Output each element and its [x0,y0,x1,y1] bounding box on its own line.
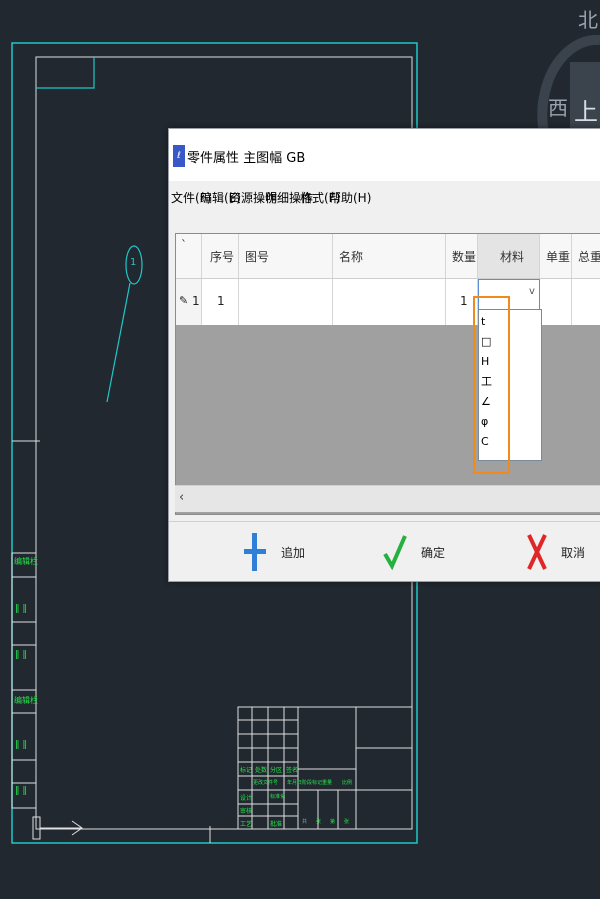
side-table-label: ‖ ‖ [15,740,27,750]
title-block-label: 处数 [255,767,268,774]
scroll-left-arrow[interactable]: ‹ [179,490,184,505]
compass-north[interactable]: 北 [578,4,598,33]
menu-bar: 文件(F) 编辑(E) 资源操作 明细操作 格式(F) 帮助(H) [169,183,600,209]
col-header-material[interactable]: 材料 [478,234,540,278]
cell-seq[interactable]: 1 [202,279,239,325]
cell-name[interactable] [333,279,446,325]
title-block-label: 标记 [240,767,253,774]
col-header-unit-weight[interactable]: 单重 [540,234,572,278]
dialog-title: 零件属性 主图幅 GB [187,151,306,166]
title-block-label: 批准 [270,821,283,828]
app-logo-icon: ℓ [173,145,185,167]
col-header-total-weight[interactable]: 总重 [572,234,600,278]
title-block-label: 审核 [240,808,253,815]
horizontal-scrollbar[interactable]: ‹ [175,485,600,512]
side-table-label: 编辑栏 [14,696,38,705]
title-block-label: 张 [316,819,322,825]
side-table-label: 编辑栏 [14,557,38,566]
add-button[interactable]: 追加 [243,532,333,571]
side-table-label: ‖ ‖ [15,650,27,660]
cell-total-weight[interactable] [572,279,600,325]
balloon-number: 1 [130,257,137,268]
col-header-qty[interactable]: 数量 [446,234,478,278]
title-block-label: 设计 [240,795,253,802]
checkmark-icon [383,535,407,571]
col-header-marker[interactable]: ` [176,234,202,278]
cross-icon [527,534,547,570]
side-table-label: ‖ ‖ [15,786,27,796]
col-header-seq[interactable]: 序号 [202,234,239,278]
button-row: 追加 确定 取消 [169,521,600,582]
col-header-drawing-no[interactable]: 图号 [239,234,333,278]
plus-icon [244,533,266,571]
compass-west[interactable]: 西 [548,92,568,121]
dialog-titlebar[interactable]: ℓ 零件属性 主图幅 GB [169,129,600,181]
title-block-label: 分区 [270,767,283,774]
title-block-label: 比例 [342,780,353,786]
title-block-label: 阶段标记 [302,780,323,786]
title-block-label: 更改文件号 [253,780,279,786]
menu-help[interactable]: 帮助(H) [329,189,371,206]
title-block-label: 重量 [322,780,333,786]
title-block-label: 共 [302,819,308,825]
row-header[interactable]: ✎ 1 [176,279,202,325]
ok-button[interactable]: 确定 [383,532,473,571]
title-block-label: 工艺 [240,821,253,828]
grid-header: ` 序号 图号 名称 数量 材料 单重 总重 [176,234,600,279]
title-block-label: 年月日 [287,780,303,786]
cell-drawing-no[interactable] [239,279,333,325]
part-properties-dialog: ℓ 零件属性 主图幅 GB 文件(F) 编辑(E) 资源操作 明细操作 格式(F… [168,128,600,582]
highlight-box [473,296,510,474]
title-block-label: 签名 [286,767,299,774]
title-block-label: 第 [330,819,336,825]
col-header-name[interactable]: 名称 [333,234,446,278]
cell-unit-weight[interactable] [540,279,572,325]
title-block-label: 标准化 [270,794,286,800]
cancel-button[interactable]: 取消 [525,532,600,570]
pencil-icon: ✎ [179,294,189,307]
view-cube-top[interactable]: 上 [574,92,598,127]
chevron-down-icon[interactable]: v [529,286,535,297]
title-block-label: 张 [344,819,350,825]
side-table-label: ‖ ‖ [15,604,27,614]
